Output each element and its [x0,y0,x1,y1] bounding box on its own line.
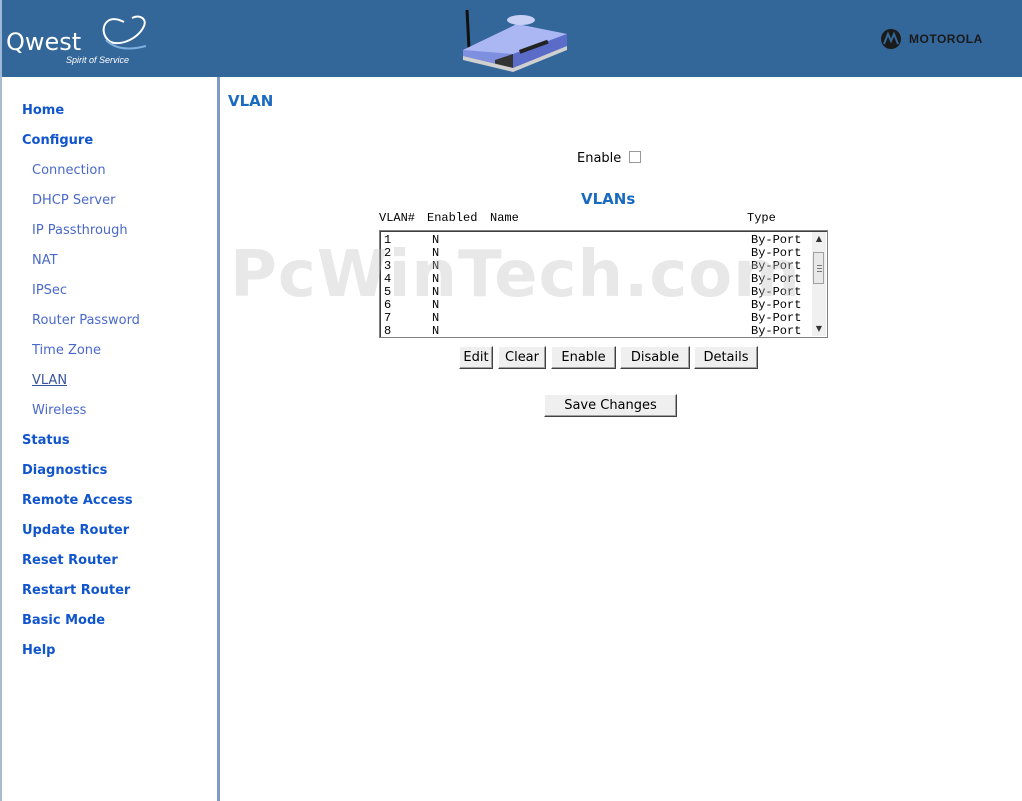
sidebar-item-time-zone[interactable]: Time Zone [32,343,101,358]
column-header-enabled: Enabled [427,211,478,225]
scroll-grip-line [817,268,822,269]
vlan-number: 8 [384,324,392,338]
sidebar-item-ip-passthrough[interactable]: IP Passthrough [32,223,128,238]
enable-button[interactable]: Enable [551,346,616,369]
list-item[interactable]: 7 N By-Port [384,312,808,325]
sidebar-item-update-router[interactable]: Update Router [22,523,129,538]
vlan-type: By-Port [751,324,802,338]
sidebar-item-wireless[interactable]: Wireless [32,403,86,418]
edit-button[interactable]: Edit [459,346,493,369]
sidebar-divider [217,77,220,801]
sidebar-item-diagnostics[interactable]: Diagnostics [22,463,107,478]
brand-name: Qwest [6,28,82,56]
scroll-grip-line [817,271,822,272]
sidebar-item-vlan[interactable]: VLAN [32,373,67,388]
list-item[interactable]: 8 N By-Port [384,325,808,338]
clear-button[interactable]: Clear [498,346,546,369]
motorola-logo: MOTOROLA [880,28,1010,50]
vlan-list-scrollbar[interactable]: ▲ ▼ [812,232,826,336]
sidebar-item-nat[interactable]: NAT [32,253,58,268]
column-header-type: Type [747,211,776,225]
list-item[interactable]: 6 N By-Port [384,299,808,312]
sidebar-item-help[interactable]: Help [22,643,55,658]
vlans-section-title: VLANs [581,190,636,208]
header-edge [0,0,2,77]
list-item[interactable]: 3 N By-Port [384,260,808,273]
vlan-listbox[interactable]: 1 N By-Port 2 N By-Port 3 N By-Port 4 N … [379,230,828,338]
vlan-enable-checkbox[interactable] [629,151,642,163]
router-device-icon [463,9,567,72]
vlan-enabled: N [432,324,440,338]
scroll-up-arrow-icon[interactable]: ▲ [812,233,826,245]
list-item[interactable]: 4 N By-Port [384,273,808,286]
sidebar-item-restart-router[interactable]: Restart Router [22,583,130,598]
sidebar-item-dhcp-server[interactable]: DHCP Server [32,193,115,208]
list-item[interactable]: 1 N By-Port [384,234,808,247]
scroll-thumb[interactable] [813,252,824,284]
sidebar-item-ipsec[interactable]: IPSec [32,283,67,298]
vlan-enable-label: Enable [577,151,622,166]
sidebar-item-basic-mode[interactable]: Basic Mode [22,613,105,628]
list-item[interactable]: 5 N By-Port [384,286,808,299]
scroll-down-arrow-icon[interactable]: ▼ [812,323,826,335]
disable-button[interactable]: Disable [620,346,690,369]
sidebar-item-connection[interactable]: Connection [32,163,106,178]
scroll-grip-line [817,265,822,266]
details-button[interactable]: Details [694,346,758,369]
list-item[interactable]: 2 N By-Port [384,247,808,260]
header-banner: Qwest Spirit of Service MOTOROLA [0,0,1022,77]
save-changes-button[interactable]: Save Changes [544,394,677,417]
motorola-batwing-icon [881,29,901,49]
sidebar-item-reset-router[interactable]: Reset Router [22,553,118,568]
column-header-name: Name [490,211,519,225]
vendor-name: MOTOROLA [909,32,983,46]
vlan-enable-row: Enable [577,151,642,166]
sidebar-item-status[interactable]: Status [22,433,70,448]
column-header-vlan-number: VLAN# [379,211,416,225]
sidebar-item-home[interactable]: Home [22,103,64,118]
sidebar-item-configure[interactable]: Configure [22,133,93,148]
sidebar-item-router-password[interactable]: Router Password [32,313,140,328]
brand-tagline: Spirit of Service [66,55,130,65]
sidebar-item-remote-access[interactable]: Remote Access [22,493,133,508]
qwest-logo: Qwest Spirit of Service [6,10,156,70]
page-title: VLAN [228,92,274,110]
